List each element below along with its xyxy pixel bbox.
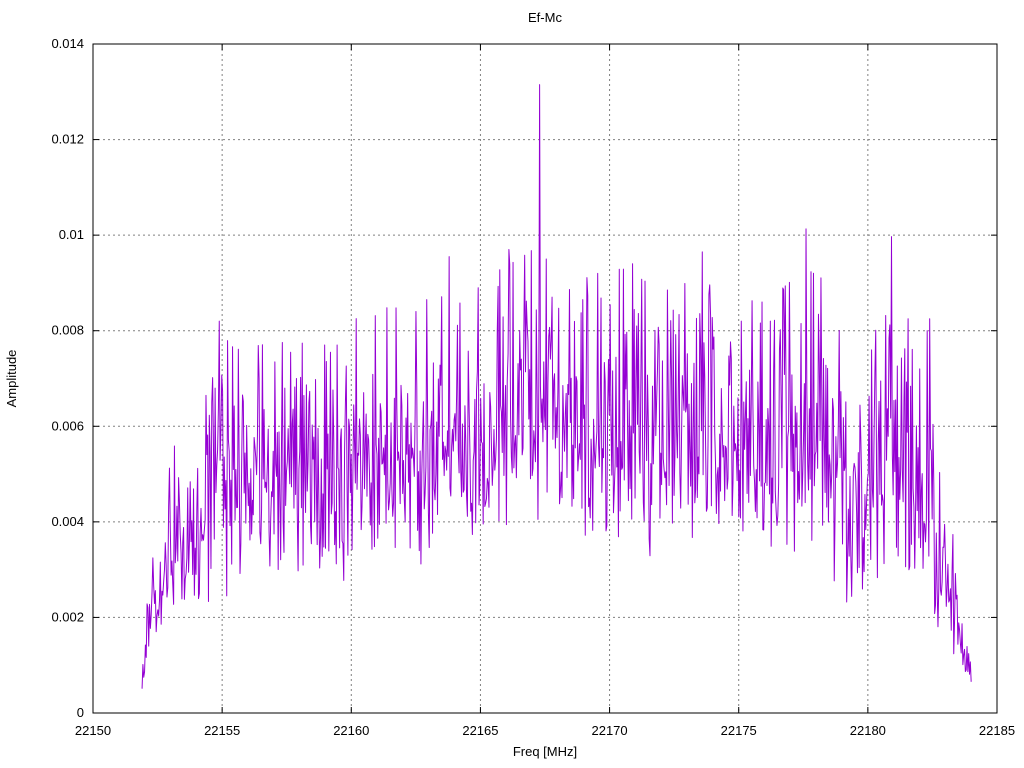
y-axis-label: Amplitude: [4, 350, 19, 408]
y-tick-label: 0.012: [51, 132, 84, 147]
grid-lines: [93, 44, 997, 713]
plot-border: [92, 43, 998, 714]
x-tick-label: 22175: [721, 723, 757, 738]
axes: [92, 43, 998, 714]
x-tick-label: 22185: [979, 723, 1015, 738]
x-tick-label: 22160: [333, 723, 369, 738]
gnuplot-window: Ef-Mc Freq [MHz] Amplitude 22150 22155 22160 2…: [0, 0, 1024, 768]
x-tick-label: 22150: [75, 723, 111, 738]
x-tick-label: 22165: [462, 723, 498, 738]
y-tick-label: 0.01: [59, 227, 84, 242]
y-tick-label: 0.008: [51, 323, 84, 338]
y-tick-label: 0: [77, 705, 84, 720]
y-tick-label: 0.004: [51, 514, 84, 529]
series-line: [141, 84, 972, 689]
y-tick-label: 0.006: [51, 418, 84, 433]
x-axis-label: Freq [MHz]: [513, 744, 577, 759]
chart-canvas: Ef-Mc Freq [MHz] Amplitude 22150 22155 22160 2…: [4, 10, 1015, 759]
chart-title: Ef-Mc: [528, 10, 562, 25]
x-tick-label: 22155: [204, 723, 240, 738]
x-tick-label: 22170: [591, 723, 627, 738]
chart-labels: Ef-Mc Freq [MHz] Amplitude 22150 22155 22160 2…: [4, 10, 1015, 759]
y-tick-label: 0.002: [51, 609, 84, 624]
x-tick-label: 22180: [850, 723, 886, 738]
y-tick-label: 0.014: [51, 36, 84, 51]
